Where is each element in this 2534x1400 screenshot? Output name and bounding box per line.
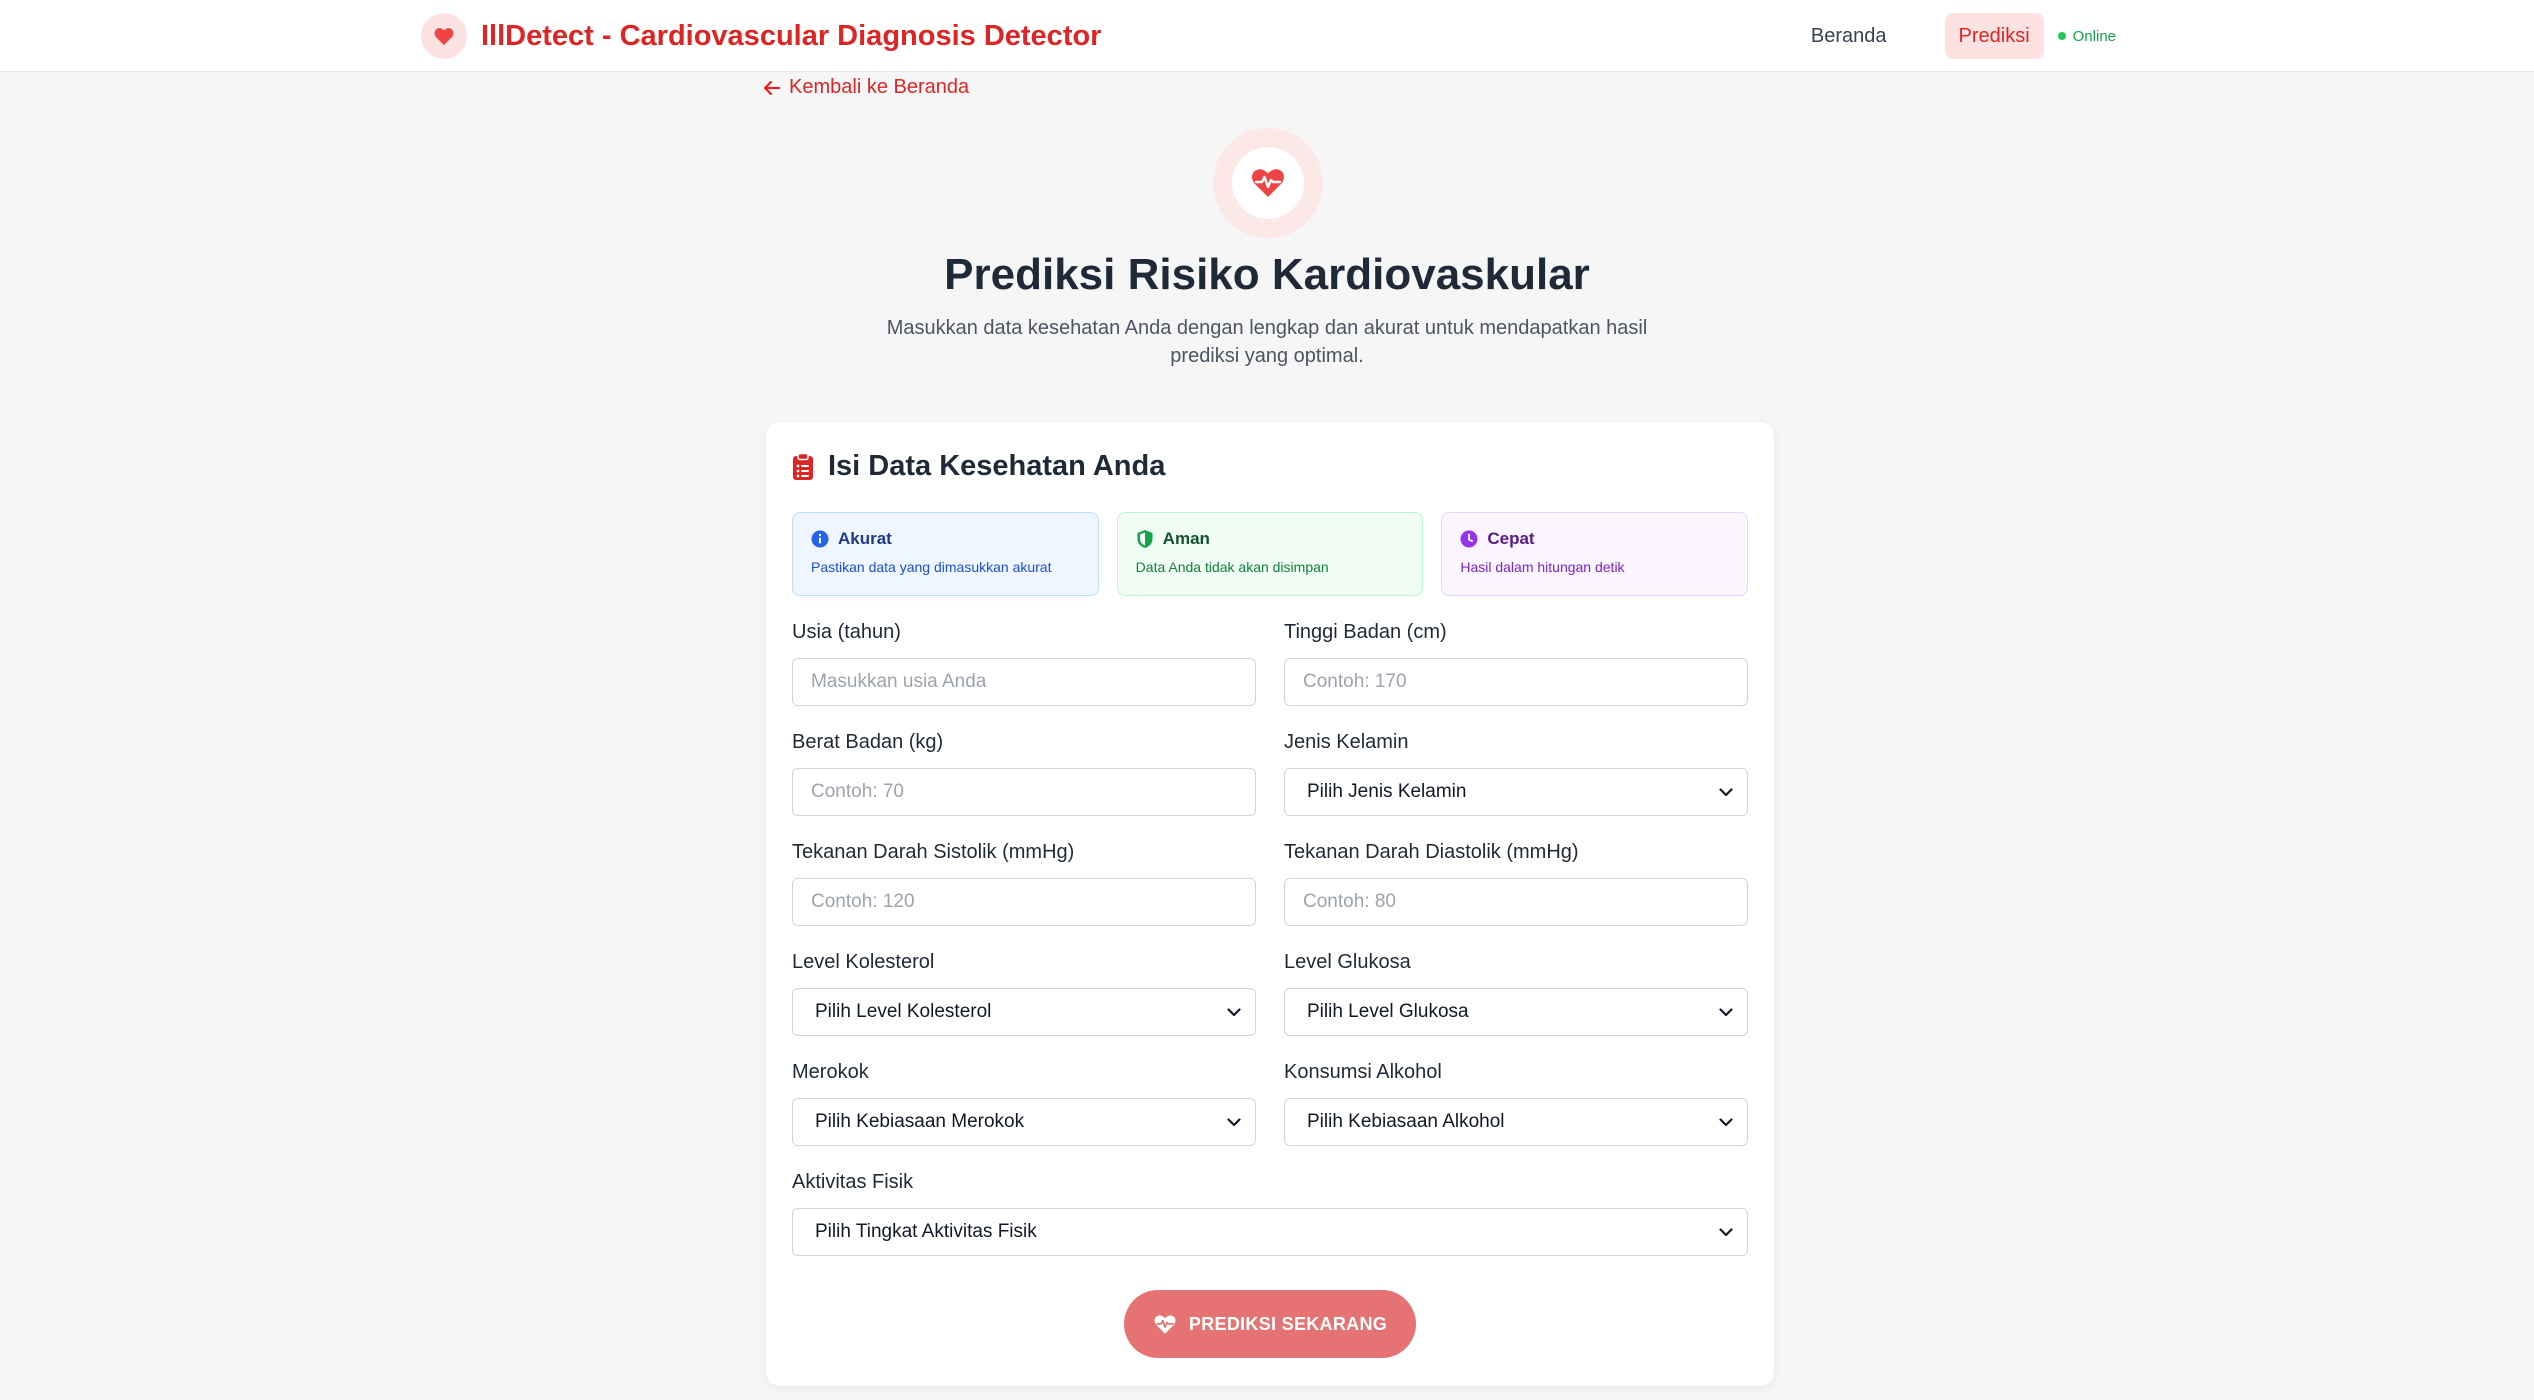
- chevron-down-icon: [1719, 1117, 1733, 1126]
- chevron-down-icon: [1719, 1007, 1733, 1016]
- info-box-title: Akurat: [838, 529, 892, 548]
- shield-icon: [1137, 530, 1153, 548]
- gender-select[interactable]: Pilih Jenis Kelamin: [1284, 768, 1748, 816]
- info-icon: [811, 530, 829, 548]
- glucose-label: Level Glukosa: [1284, 951, 1411, 973]
- info-boxes: Akurat Pastikan data yang dimasukkan aku…: [792, 512, 1749, 596]
- page-title: Prediksi Risiko Kardiovaskular: [944, 250, 1590, 299]
- glucose-select-value: Pilih Level Glukosa: [1307, 1001, 1469, 1022]
- chevron-down-icon: [1719, 787, 1733, 796]
- brand[interactable]: IllDetect - Cardiovascular Diagnosis Det…: [421, 13, 1101, 59]
- alcohol-label: Konsumsi Alkohol: [1284, 1061, 1442, 1083]
- clipboard-list-icon: [793, 452, 813, 480]
- weight-field-group: Berat Badan (kg) Contoh: 70: [792, 728, 1256, 816]
- cholesterol-select-value: Pilih Level Kolesterol: [815, 1001, 992, 1022]
- info-box-title: Cepat: [1487, 529, 1535, 548]
- page-subtitle: Masukkan data kesehatan Anda dengan leng…: [886, 317, 1648, 367]
- glucose-field-group: Level Glukosa Pilih Level Glukosa: [1284, 948, 1748, 1036]
- chevron-down-icon: [1719, 1227, 1733, 1236]
- heartbeat-icon: [1154, 1314, 1176, 1334]
- nav-link-predict[interactable]: Prediksi: [1944, 13, 2044, 59]
- top-navbar: IllDetect - Cardiovascular Diagnosis Det…: [0, 0, 2534, 72]
- chevron-down-icon: [1227, 1007, 1241, 1016]
- smoking-field-group: Merokok Pilih Kebiasaan Merokok: [792, 1058, 1256, 1146]
- activity-select[interactable]: Pilih Tingkat Aktivitas Fisik: [792, 1208, 1748, 1256]
- gender-field-group: Jenis Kelamin Pilih Jenis Kelamin: [1284, 728, 1748, 816]
- systolic-input[interactable]: Contoh: 120: [792, 878, 1256, 926]
- chevron-down-icon: [1227, 1117, 1241, 1126]
- info-box-desc: Data Anda tidak akan disimpan: [1135, 559, 1329, 575]
- alcohol-select[interactable]: Pilih Kebiasaan Alkohol: [1284, 1098, 1748, 1146]
- heart-icon: [421, 13, 467, 59]
- age-field-group: Usia (tahun) Masukkan usia Anda: [792, 618, 1256, 706]
- height-input[interactable]: Contoh: 170: [1284, 658, 1748, 706]
- predict-now-button[interactable]: PREDIKSI SEKARANG: [1124, 1290, 1416, 1358]
- info-box-fast: Cepat Hasil dalam hitungan detik: [1441, 512, 1749, 596]
- height-field-group: Tinggi Badan (cm) Contoh: 170: [1284, 618, 1748, 706]
- form-title: Isi Data Kesehatan Anda: [792, 450, 1165, 483]
- status-dot-icon: [2057, 32, 2066, 40]
- info-box-secure: Aman Data Anda tidak akan disimpan: [1116, 512, 1424, 596]
- cholesterol-field-group: Level Kolesterol Pilih Level Kolesterol: [792, 948, 1256, 1036]
- form-title-label: Isi Data Kesehatan Anda: [828, 450, 1166, 482]
- weight-input[interactable]: Contoh: 70: [792, 768, 1256, 816]
- clock-icon: [1460, 530, 1478, 548]
- height-label: Tinggi Badan (cm): [1284, 621, 1447, 643]
- glucose-select[interactable]: Pilih Level Glukosa: [1284, 988, 1748, 1036]
- smoking-select-value: Pilih Kebiasaan Merokok: [815, 1111, 1025, 1132]
- diastolic-input[interactable]: Contoh: 80: [1284, 878, 1748, 926]
- diastolic-field-group: Tekanan Darah Diastolik (mmHg) Contoh: 8…: [1284, 838, 1748, 926]
- brand-title: IllDetect - Cardiovascular Diagnosis Det…: [481, 19, 1102, 52]
- gender-select-value: Pilih Jenis Kelamin: [1307, 781, 1467, 802]
- alcohol-select-value: Pilih Kebiasaan Alkohol: [1307, 1111, 1505, 1132]
- predict-now-label: PREDIKSI SEKARANG: [1188, 1313, 1388, 1334]
- cholesterol-label: Level Kolesterol: [792, 951, 935, 973]
- arrow-left-icon: [763, 80, 781, 95]
- heartbeat-hero-icon: [1213, 128, 1323, 238]
- prediction-form-card: Isi Data Kesehatan Anda Akurat Pastikan …: [766, 422, 1774, 1386]
- online-status-label: Online: [2072, 27, 2116, 45]
- diastolic-label: Tekanan Darah Diastolik (mmHg): [1284, 841, 1579, 863]
- info-box-desc: Pastikan data yang dimasukkan akurat: [811, 559, 1052, 575]
- nav-link-home[interactable]: Beranda: [1797, 13, 1901, 59]
- activity-select-value: Pilih Tingkat Aktivitas Fisik: [815, 1221, 1037, 1242]
- online-status: Online: [2057, 27, 2116, 45]
- systolic-label: Tekanan Darah Sistolik (mmHg): [792, 841, 1075, 863]
- back-to-home-link[interactable]: Kembali ke Beranda: [763, 76, 969, 99]
- weight-label: Berat Badan (kg): [792, 731, 944, 753]
- gender-label: Jenis Kelamin: [1284, 731, 1409, 753]
- activity-label: Aktivitas Fisik: [792, 1171, 914, 1193]
- systolic-field-group: Tekanan Darah Sistolik (mmHg) Contoh: 12…: [792, 838, 1256, 926]
- age-label: Usia (tahun): [792, 621, 901, 643]
- info-box-accurate: Akurat Pastikan data yang dimasukkan aku…: [792, 512, 1099, 596]
- age-input[interactable]: Masukkan usia Anda: [792, 658, 1256, 706]
- back-link-label: Kembali ke Beranda: [789, 76, 970, 98]
- nav-menu: Beranda Prediksi Online: [1797, 13, 2116, 59]
- activity-field-group: Aktivitas Fisik Pilih Tingkat Aktivitas …: [792, 1168, 1748, 1256]
- info-box-desc: Hasil dalam hitungan detik: [1460, 559, 1625, 575]
- alcohol-field-group: Konsumsi Alkohol Pilih Kebiasaan Alkohol: [1284, 1058, 1748, 1146]
- info-box-title: Aman: [1162, 529, 1210, 548]
- smoking-label: Merokok: [792, 1061, 869, 1083]
- smoking-select[interactable]: Pilih Kebiasaan Merokok: [792, 1098, 1256, 1146]
- cholesterol-select[interactable]: Pilih Level Kolesterol: [792, 988, 1256, 1036]
